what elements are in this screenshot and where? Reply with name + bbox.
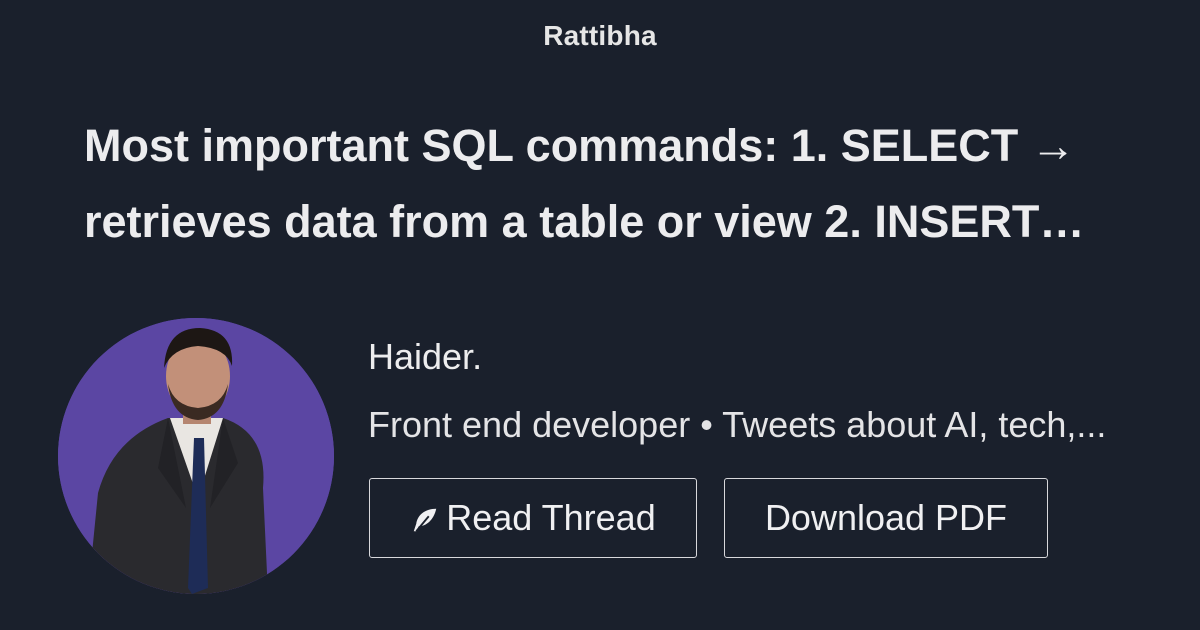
author-name: Haider. <box>368 336 483 377</box>
person-portrait-icon <box>58 318 334 594</box>
download-pdf-button[interactable]: Download PDF <box>724 478 1048 558</box>
download-pdf-label: Download PDF <box>764 497 1008 538</box>
author-avatar <box>58 318 334 594</box>
thread-title: Most important SQL commands: 1. SELECT →… <box>84 120 1085 247</box>
site-brand: Rattibha <box>543 20 657 51</box>
feather-icon <box>414 508 437 532</box>
read-thread-button[interactable]: Read Thread <box>369 478 697 558</box>
author-bio: Front end developer • Tweets about AI, t… <box>368 404 1107 445</box>
read-thread-label: Read Thread <box>446 497 656 538</box>
